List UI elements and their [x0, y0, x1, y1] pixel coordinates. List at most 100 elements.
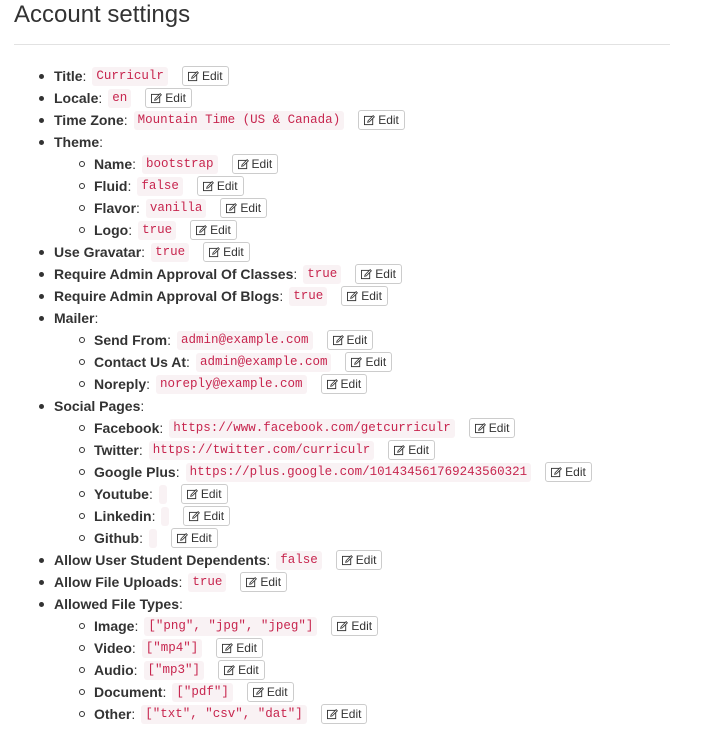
- edit-button-other[interactable]: Edit: [320, 704, 368, 724]
- edit-button-time-zone[interactable]: Edit: [358, 110, 405, 130]
- settings-list: Title: Curriculr Edit Locale: en Edit Time Zon…: [39, 65, 592, 725]
- edit-button-title[interactable]: Edit: [181, 66, 229, 86]
- edit-button-require-admin-approval-of-blogs[interactable]: Edit: [341, 286, 388, 306]
- setting-row: Github: Edit: [54, 527, 592, 549]
- bullet-icon: [79, 447, 85, 453]
- edit-button-logo[interactable]: Edit: [190, 220, 237, 240]
- edit-button-twitter[interactable]: Edit: [388, 440, 435, 460]
- key-separator: :: [167, 332, 172, 348]
- bullet-icon: [79, 535, 85, 541]
- edit-icon: [252, 686, 264, 698]
- setting-key: Require Admin Approval Of Classes: [54, 266, 294, 282]
- setting-value: [158, 484, 167, 504]
- setting-value: https://twitter.com/curriculr: [148, 440, 375, 460]
- edit-button-image[interactable]: Edit: [331, 616, 379, 636]
- setting-item-contact-us-at: Contact Us At: admin@example.com Edit: [54, 351, 592, 373]
- bullet-icon: [79, 337, 85, 343]
- bullet-icon: [79, 689, 85, 695]
- bullet-icon: [79, 491, 85, 497]
- edit-button-document[interactable]: Edit: [246, 682, 294, 702]
- setting-item-send-from: Send From: admin@example.com Edit: [54, 329, 592, 351]
- edit-icon: [347, 290, 359, 302]
- edit-button-label: Edit: [191, 531, 212, 545]
- setting-value: false: [137, 176, 183, 196]
- setting-row: Mailer:: [39, 307, 592, 329]
- edit-button-allow-file-uploads[interactable]: Edit: [240, 572, 288, 592]
- key-separator: :: [266, 552, 271, 568]
- edit-button-linkedin[interactable]: Edit: [183, 506, 231, 526]
- edit-button-send-from[interactable]: Edit: [326, 330, 374, 350]
- setting-key: Other: [94, 706, 132, 722]
- edit-button-fluid[interactable]: Edit: [196, 176, 244, 196]
- key-separator: :: [162, 684, 167, 700]
- setting-row: Require Admin Approval Of Blogs: true Edit: [39, 285, 592, 307]
- setting-row: Logo: true Edit: [54, 219, 592, 241]
- setting-item-logo: Logo: true Edit: [54, 219, 592, 241]
- account-settings-page: Account settings Title: Curriculr Edit Loca…: [0, 0, 722, 734]
- key-separator: :: [293, 266, 298, 282]
- edit-button-allow-user-student-dependents[interactable]: Edit: [335, 550, 383, 570]
- setting-item-allow-file-uploads: Allow File Uploads: true Edit: [39, 571, 592, 593]
- setting-value: ["mp4"]: [141, 638, 203, 658]
- edit-button-label: Edit: [488, 421, 510, 435]
- setting-item-allowed-file-types: Allowed File Types: Image: ["png", "jpg", …: [39, 593, 592, 725]
- setting-row: Title: Curriculr Edit: [39, 65, 592, 87]
- edit-button-youtube[interactable]: Edit: [180, 484, 228, 504]
- key-separator: :: [128, 222, 133, 238]
- setting-row: Linkedin: Edit: [54, 505, 592, 527]
- setting-item-require-admin-approval-of-classes: Require Admin Approval Of Classes: true Ed…: [39, 263, 592, 285]
- edit-button-noreply[interactable]: Edit: [320, 374, 368, 394]
- bullet-icon: [39, 74, 44, 79]
- setting-group-mailer: Send From: admin@example.com Edit Contact U…: [54, 329, 592, 395]
- edit-icon: [337, 620, 349, 632]
- setting-value: Mountain Time (US & Canada): [133, 110, 345, 130]
- edit-button-flavor[interactable]: Edit: [220, 198, 268, 218]
- edit-button-use-gravatar[interactable]: Edit: [203, 242, 250, 262]
- setting-value: admin@example.com: [177, 330, 313, 350]
- bullet-icon: [79, 183, 85, 189]
- edit-icon: [187, 70, 199, 82]
- key-separator: :: [132, 156, 137, 172]
- setting-item-use-gravatar: Use Gravatar: true Edit: [39, 241, 592, 263]
- setting-key: Name: [94, 156, 133, 172]
- bullet-icon: [79, 359, 85, 365]
- edit-button-contact-us-at[interactable]: Edit: [345, 352, 393, 372]
- setting-key: Google Plus: [94, 464, 176, 480]
- setting-row: Facebook: https://www.facebook.com/getcur…: [54, 417, 592, 439]
- bullet-icon: [79, 513, 85, 519]
- edit-button-google-plus[interactable]: Edit: [545, 462, 592, 482]
- setting-key: Logo: [94, 222, 129, 238]
- setting-value: admin@example.com: [195, 352, 332, 372]
- edit-button-facebook[interactable]: Edit: [468, 418, 516, 438]
- setting-row: Allow File Uploads: true Edit: [39, 571, 592, 593]
- setting-key: Image: [94, 618, 135, 634]
- edit-button-github[interactable]: Edit: [171, 528, 218, 548]
- edit-button-audio[interactable]: Edit: [218, 660, 265, 680]
- setting-item-linkedin: Linkedin: Edit: [54, 505, 592, 527]
- key-separator: :: [178, 574, 183, 590]
- edit-icon: [186, 488, 198, 500]
- setting-key: Video: [94, 640, 132, 656]
- key-separator: :: [186, 354, 190, 370]
- edit-button-name[interactable]: Edit: [231, 154, 279, 174]
- edit-icon: [202, 180, 214, 192]
- bullet-icon: [79, 645, 85, 651]
- setting-item-image: Image: ["png", "jpg", "jpeg"] Edit: [54, 615, 592, 637]
- setting-value: true: [289, 286, 328, 306]
- setting-key: Require Admin Approval Of Blogs: [54, 288, 280, 304]
- setting-group-allowed-file-types: Image: ["png", "jpg", "jpeg"] Edit Video: ["…: [54, 615, 592, 725]
- setting-item-video: Video: ["mp4"] Edit: [54, 637, 592, 659]
- edit-icon: [351, 356, 363, 368]
- edit-button-video[interactable]: Edit: [216, 638, 263, 658]
- key-separator: :: [159, 420, 164, 436]
- edit-icon: [551, 466, 563, 478]
- setting-item-time-zone: Time Zone: Mountain Time (US & Canada) Edi…: [39, 109, 592, 131]
- edit-button-locale[interactable]: Edit: [145, 88, 192, 108]
- setting-key: Audio: [94, 662, 134, 678]
- setting-item-document: Document: ["pdf"] Edit: [54, 681, 592, 703]
- edit-icon: [209, 246, 221, 258]
- edit-button-require-admin-approval-of-classes[interactable]: Edit: [355, 264, 402, 284]
- setting-key: Youtube: [94, 486, 149, 502]
- setting-value: true: [188, 572, 227, 592]
- bullet-icon: [79, 161, 85, 167]
